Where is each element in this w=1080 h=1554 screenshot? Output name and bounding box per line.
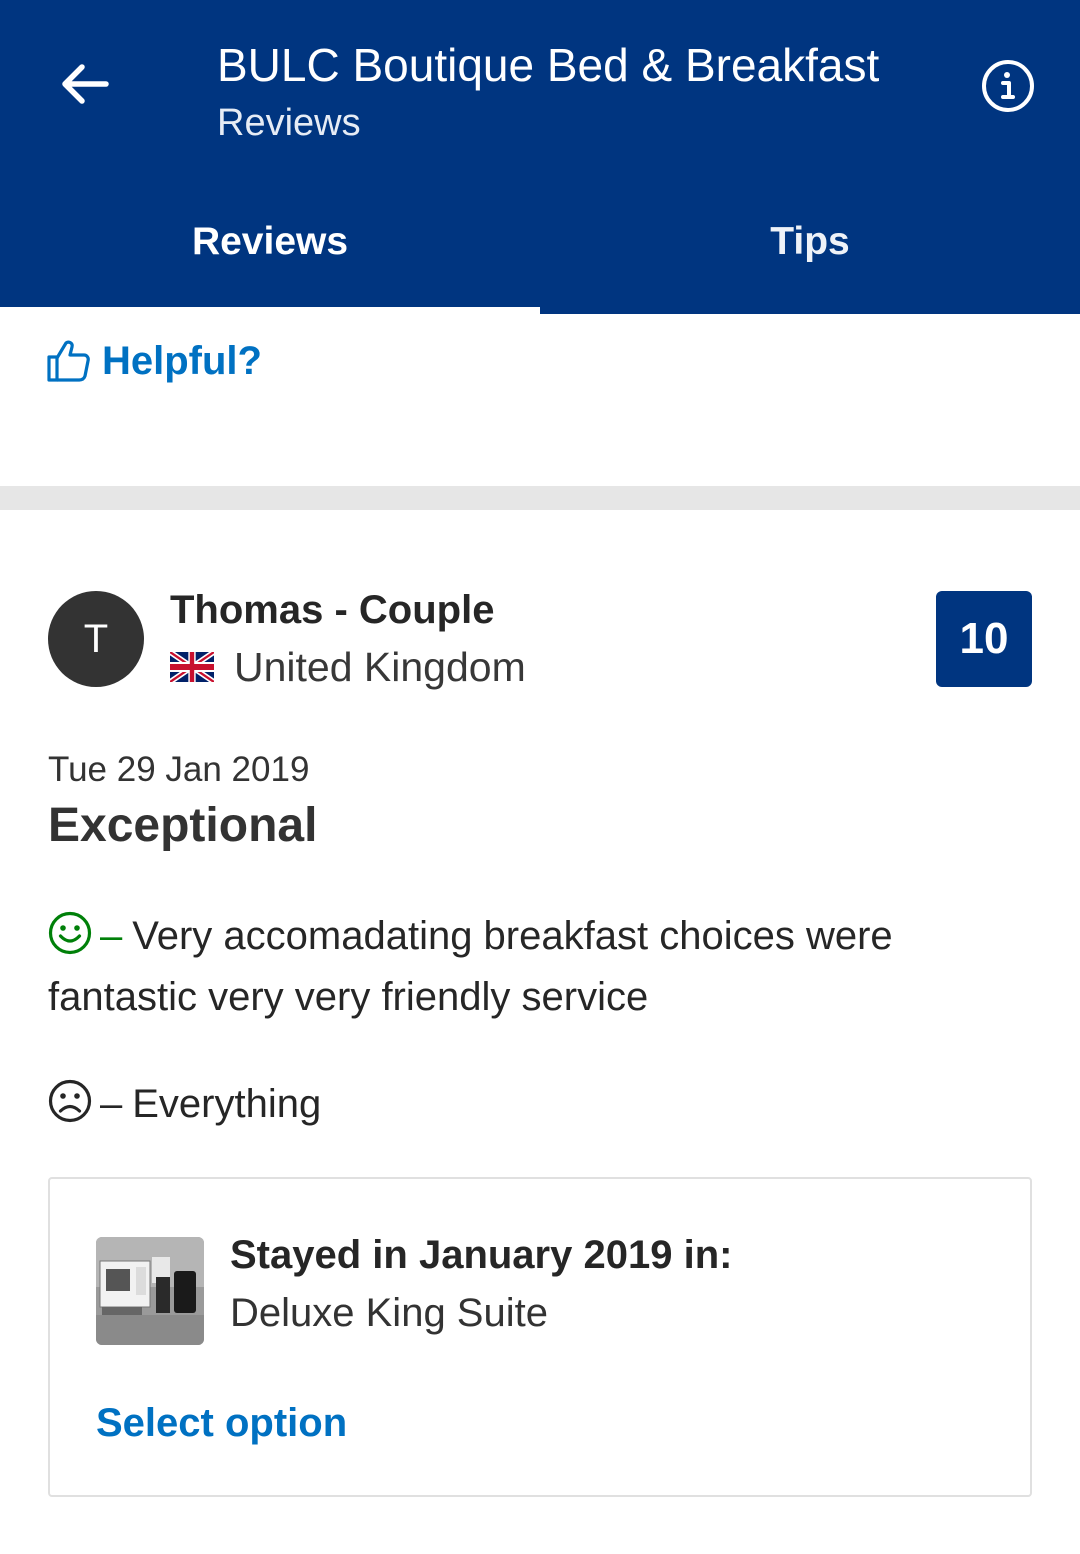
uk-flag-icon	[170, 652, 214, 682]
negative-text: Everything	[132, 1082, 322, 1126]
tab-tips-label: Tips	[770, 220, 850, 263]
arrow-left-icon	[62, 64, 109, 104]
select-option-link[interactable]: Select option	[96, 1401, 347, 1446]
positive-comment: – Very accomadating breakfast choices wer…	[48, 906, 1008, 1028]
room-thumbnail	[96, 1237, 204, 1345]
room-name: Deluxe King Suite	[230, 1291, 548, 1335]
info-icon	[982, 60, 1034, 112]
tab-reviews-label: Reviews	[191, 220, 349, 263]
stay-card: Stayed in January 2019 in: Deluxe King S…	[48, 1177, 1032, 1497]
section-divider	[0, 486, 1080, 510]
tab-reviews[interactable]: Reviews	[0, 190, 540, 314]
page-title: BULC Boutique Bed & Breakfast	[217, 39, 880, 91]
app-header: BULC Boutique Bed & Breakfast Reviews Re…	[0, 0, 1080, 314]
negative-comment: – Everything	[48, 1074, 321, 1135]
back-button[interactable]	[52, 52, 116, 116]
tab-bar: Reviews Tips	[0, 190, 1080, 314]
score-badge: 10	[936, 591, 1032, 687]
reviewer-country: United Kingdom	[234, 644, 526, 690]
avatar-initial: T	[83, 616, 109, 661]
smiley-happy-icon	[48, 911, 92, 955]
negative-dash: –	[100, 1082, 123, 1126]
review-date: Tue 29 Jan 2019	[48, 750, 310, 789]
helpful-button[interactable]: Helpful?	[46, 338, 262, 384]
tab-selected-indicator	[0, 307, 540, 314]
positive-dash: –	[100, 914, 123, 958]
reviewer-name: Thomas - Couple	[170, 588, 495, 632]
avatar: T	[48, 591, 144, 687]
thumbs-up-icon	[47, 340, 90, 382]
positive-text: Very accomadating breakfast choices were…	[48, 914, 893, 1019]
info-button[interactable]	[980, 58, 1036, 114]
stay-title: Stayed in January 2019 in:	[230, 1233, 733, 1277]
tab-tips[interactable]: Tips	[540, 190, 1080, 314]
review-headline: Exceptional	[48, 799, 318, 852]
page-subtitle: Reviews	[217, 102, 361, 144]
smiley-sad-icon	[48, 1079, 92, 1123]
helpful-label: Helpful?	[102, 338, 262, 383]
